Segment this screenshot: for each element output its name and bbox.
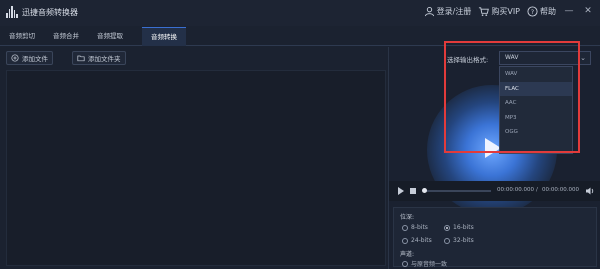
radio-24bits[interactable]: 24-bits xyxy=(402,237,432,244)
cart-icon xyxy=(479,6,490,16)
tab-audio-cut[interactable]: 音频剪切 xyxy=(4,27,40,46)
right-panel: 选择输出格式: WAV ⌄ WAV FLAC AAC MP3 OGG 00:00… xyxy=(388,41,600,269)
app-title: 迅捷音频转换器 xyxy=(22,8,78,17)
radio-32bits[interactable]: 32-bits xyxy=(444,237,474,244)
radio-dot xyxy=(402,260,408,267)
radio-channel-original[interactable]: 与原音频一致 xyxy=(402,259,447,268)
time-separator: / xyxy=(536,187,538,193)
minimize-button[interactable]: — xyxy=(563,5,575,17)
add-folder-label: 添加文件夹 xyxy=(88,55,121,63)
radio-dot xyxy=(402,237,408,244)
user-icon xyxy=(424,6,434,16)
add-file-button[interactable]: 添加文件 xyxy=(6,51,53,65)
svg-text:?: ? xyxy=(531,7,534,15)
title-bar: 迅捷音频转换器 登录/注册 购买VIP ? 帮助 — ✕ xyxy=(0,0,600,26)
radio-dot xyxy=(402,224,408,231)
player-bar: 00:00:00.000 / 00:00:00.000 xyxy=(389,181,600,201)
radio-dot-selected xyxy=(444,224,450,231)
radio-8bits[interactable]: 8-bits xyxy=(402,224,428,231)
add-folder-button[interactable]: 添加文件夹 xyxy=(72,51,126,65)
tab-audio-convert[interactable]: 音频转换 xyxy=(142,27,186,46)
toolbar: 添加文件 添加文件夹 xyxy=(0,47,388,69)
add-file-label: 添加文件 xyxy=(22,55,48,63)
file-list-area[interactable] xyxy=(6,70,386,266)
close-icon: ✕ xyxy=(584,6,592,16)
help-label: 帮助 xyxy=(540,6,556,16)
buy-vip-button[interactable]: 购买VIP xyxy=(478,6,520,17)
folder-icon xyxy=(77,55,85,62)
login-button[interactable]: 登录/注册 xyxy=(424,6,472,17)
login-label: 登录/注册 xyxy=(436,6,472,16)
current-time: 00:00:00.000 xyxy=(497,187,534,193)
titlebar-actions: 登录/注册 购买VIP ? 帮助 — ✕ xyxy=(424,5,594,17)
bitdepth-label: 位深: xyxy=(400,214,415,221)
minimize-icon: — xyxy=(564,6,574,16)
tab-audio-extract[interactable]: 音频提取 xyxy=(92,27,128,46)
radio-channel-original-label: 与原音频一致 xyxy=(411,261,448,268)
close-button[interactable]: ✕ xyxy=(582,5,594,17)
stop-icon[interactable] xyxy=(410,188,416,194)
radio-24bits-label: 24-bits xyxy=(411,237,432,244)
play-icon[interactable] xyxy=(397,187,405,195)
radio-16bits-label: 16-bits xyxy=(453,224,474,231)
total-time: 00:00:00.000 xyxy=(542,187,579,193)
channel-label: 声道: xyxy=(400,251,415,258)
volume-icon[interactable] xyxy=(585,186,595,196)
radio-32bits-label: 32-bits xyxy=(453,237,474,244)
radio-16bits[interactable]: 16-bits xyxy=(444,224,474,231)
highlight-box xyxy=(444,41,580,153)
progress-track[interactable] xyxy=(425,190,491,192)
progress-handle[interactable] xyxy=(422,188,427,193)
chevron-down-icon: ⌄ xyxy=(580,54,586,62)
radio-dot xyxy=(444,237,450,244)
tab-audio-merge[interactable]: 音频合并 xyxy=(48,27,84,46)
settings-panel: 位深: 8-bits 16-bits 24-bits 32-bits 声道: 与… xyxy=(393,207,597,268)
radio-8bits-label: 8-bits xyxy=(411,224,428,231)
help-button[interactable]: ? 帮助 xyxy=(527,5,556,17)
help-icon: ? xyxy=(527,5,538,17)
app-logo-icon xyxy=(6,6,18,18)
vip-label: 购买VIP xyxy=(491,6,520,16)
add-circle-icon xyxy=(11,54,19,62)
